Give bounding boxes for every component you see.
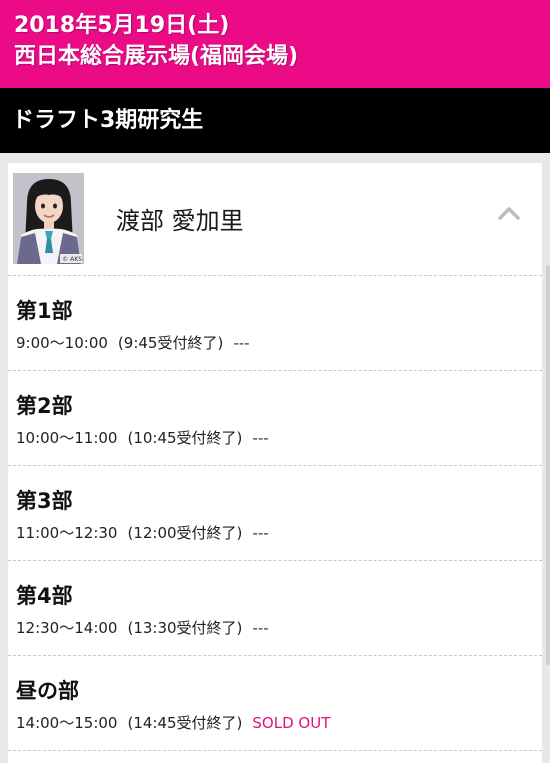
event-venue: 西日本総合展示場(福岡会場) (14, 44, 299, 69)
member-header[interactable]: © AKS 渡部 愛加里 (8, 163, 542, 276)
session-title: 第3部 (16, 489, 73, 513)
session-deadline: (10:45受付終了) (127, 429, 243, 447)
session-deadline: (13:30受付終了) (127, 619, 243, 637)
event-date: 2018年5月19日(土) (14, 13, 230, 38)
session-status: --- (252, 429, 269, 447)
session-time: 10:00〜11:00 (16, 429, 118, 447)
session-title: 第2部 (16, 394, 73, 418)
session-time: 12:30〜14:00 (16, 619, 118, 637)
session-deadline: (14:45受付終了) (127, 714, 243, 732)
session-row[interactable]: 第1部 9:00〜10:00 (9:45受付終了) --- (8, 276, 542, 371)
session-title: 第1部 (16, 299, 73, 323)
session-title: 昼の部 (16, 679, 79, 703)
scrollbar[interactable] (546, 265, 550, 665)
session-info: 14:00〜15:00 (14:45受付終了) SOLD OUT (16, 713, 542, 733)
group-title: ドラフト3期研究生 (12, 108, 204, 133)
session-info: 9:00〜10:00 (9:45受付終了) --- (16, 333, 542, 353)
session-time: 14:00〜15:00 (16, 714, 118, 732)
session-info: 12:30〜14:00 (13:30受付終了) --- (16, 618, 542, 638)
session-deadline: (12:00受付終了) (127, 524, 243, 542)
session-status: --- (252, 619, 269, 637)
session-status: --- (252, 524, 269, 542)
session-deadline: (9:45受付終了) (117, 334, 224, 352)
session-time: 11:00〜12:30 (16, 524, 118, 542)
session-info: 11:00〜12:30 (12:00受付終了) --- (16, 523, 542, 543)
event-header: 2018年5月19日(土) 西日本総合展示場(福岡会場) (0, 0, 550, 88)
chevron-up-icon (498, 207, 520, 220)
session-row[interactable]: 昼の部 14:00〜15:00 (14:45受付終了) SOLD OUT (8, 656, 542, 751)
session-status: --- (233, 334, 250, 352)
member-card: © AKS 渡部 愛加里 第1部 9:00〜10:00 (9:45受付終了) ---… (8, 163, 542, 763)
session-time: 9:00〜10:00 (16, 334, 108, 352)
session-status-soldout: SOLD OUT (252, 714, 331, 732)
session-title: 第4部 (16, 584, 73, 608)
session-info: 10:00〜11:00 (10:45受付終了) --- (16, 428, 542, 448)
member-portrait-image (13, 173, 84, 264)
session-row[interactable]: 第4部 12:30〜14:00 (13:30受付終了) --- (8, 561, 542, 656)
session-row[interactable]: 第3部 11:00〜12:30 (12:00受付終了) --- (8, 466, 542, 561)
photo-credit: © AKS (62, 256, 82, 263)
group-title-bar: ドラフト3期研究生 (0, 88, 550, 153)
member-name: 渡部 愛加里 (116, 207, 244, 235)
session-row[interactable]: 第2部 10:00〜11:00 (10:45受付終了) --- (8, 371, 542, 466)
collapse-toggle-button[interactable] (494, 199, 524, 229)
member-photo: © AKS (13, 173, 84, 264)
